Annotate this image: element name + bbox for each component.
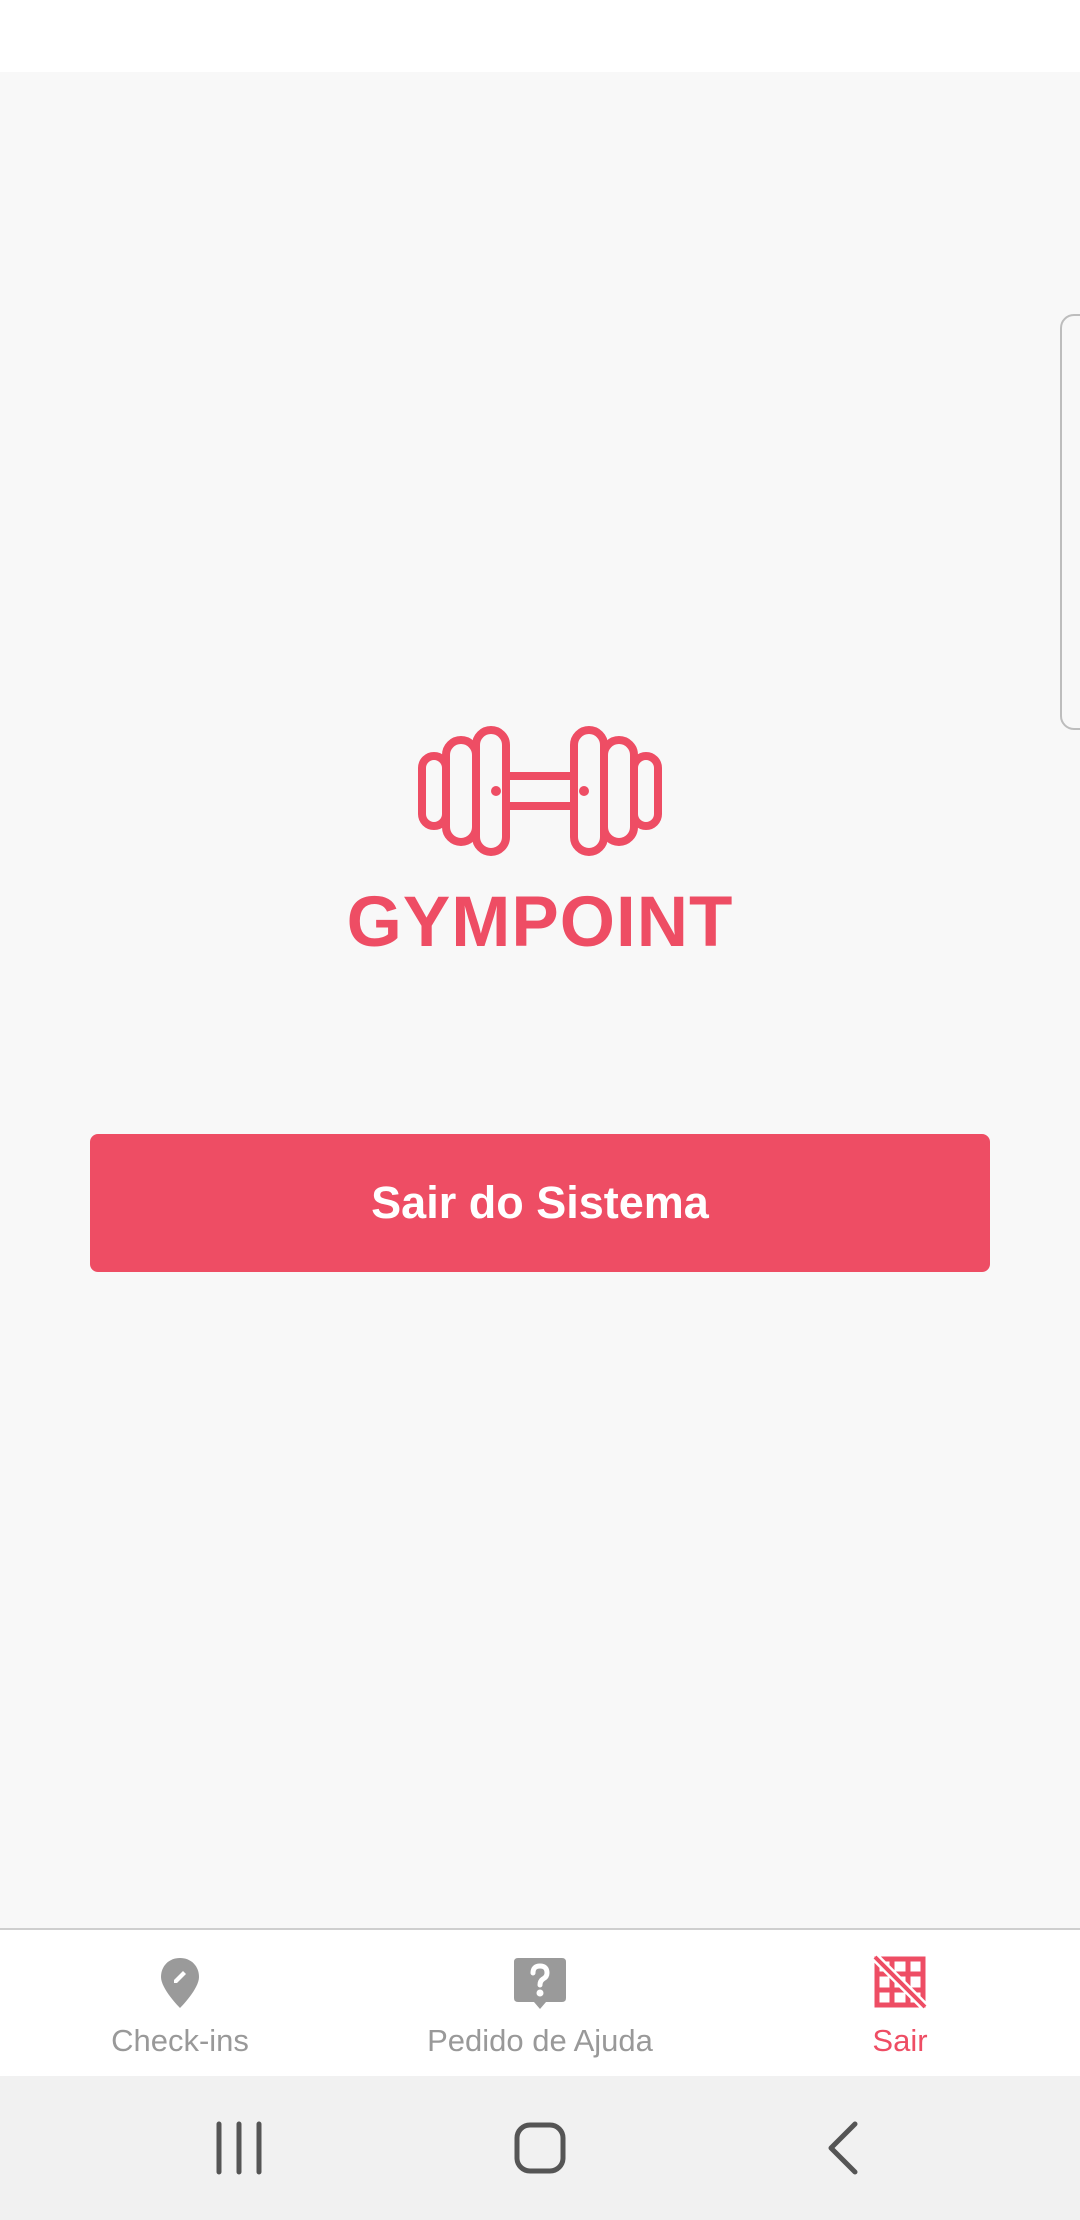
system-navigation-bar bbox=[0, 2076, 1080, 2220]
recent-apps-icon[interactable] bbox=[203, 2112, 275, 2184]
home-icon[interactable] bbox=[504, 2112, 576, 2184]
tab-pedido-de-ajuda[interactable]: Pedido de Ajuda bbox=[360, 1930, 720, 2076]
brand-title: GYMPOINT bbox=[346, 883, 734, 962]
tab-label: Check-ins bbox=[111, 2023, 249, 2058]
tab-sair[interactable]: Sair bbox=[720, 1930, 1080, 2076]
dumbbell-icon bbox=[418, 726, 662, 856]
logout-button[interactable]: Sair do Sistema bbox=[90, 1134, 990, 1272]
map-pin-edit-icon bbox=[161, 1958, 199, 2008]
tab-check-ins[interactable]: Check-ins bbox=[0, 1930, 360, 2076]
tab-label: Pedido de Ajuda bbox=[427, 2023, 653, 2058]
bottom-tab-bar: Check-ins Pedido de Ajuda Sair bbox=[0, 1928, 1080, 2076]
tab-label: Sair bbox=[872, 2023, 928, 2058]
main-content bbox=[0, 72, 1080, 1928]
help-bubble-icon bbox=[514, 1958, 566, 2009]
status-bar bbox=[0, 0, 1080, 72]
grid-off-icon bbox=[872, 1954, 928, 2010]
back-icon[interactable] bbox=[807, 2112, 879, 2184]
edge-panel-handle[interactable] bbox=[1060, 314, 1080, 730]
